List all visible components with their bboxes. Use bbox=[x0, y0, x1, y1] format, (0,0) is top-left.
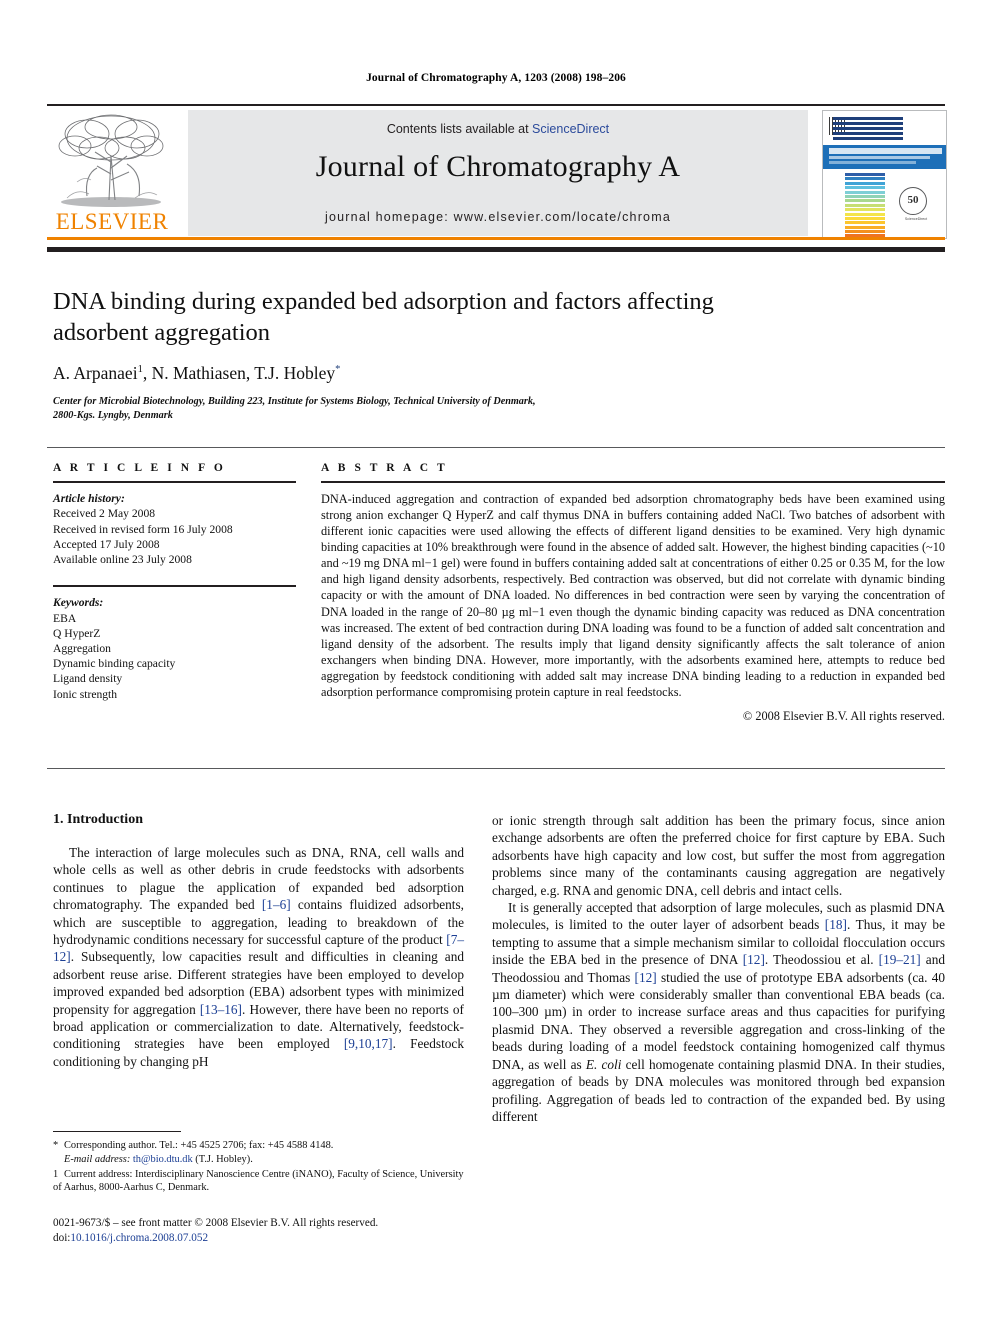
affiliation-line-2: 2800-Kgs. Lyngby, Denmark bbox=[53, 410, 173, 421]
running-head: Journal of Chromatography A, 1203 (2008)… bbox=[366, 72, 626, 84]
citation-18[interactable]: [18] bbox=[825, 917, 847, 932]
citation-12-a[interactable]: [12] bbox=[743, 952, 765, 967]
title-block: DNA binding during expanded bed adsorpti… bbox=[53, 286, 793, 423]
header-bottom-thick-rule bbox=[47, 247, 945, 252]
doi-line: doi:10.1016/j.chroma.2008.07.052 bbox=[53, 1231, 483, 1246]
right2-text-c: . Theodossiou et al. bbox=[764, 952, 879, 968]
history-item: Accepted 17 July 2008 bbox=[53, 537, 160, 551]
citation-9-10-17[interactable]: [9,10,17] bbox=[344, 1036, 393, 1051]
cover-top-bars bbox=[833, 117, 903, 143]
header-orange-rule bbox=[47, 237, 945, 240]
affiliation-line-1: Center for Microbial Biotechnology, Buil… bbox=[53, 396, 536, 407]
footnote-mark-1: 1 bbox=[53, 1168, 59, 1180]
info-section-bottom-rule bbox=[47, 768, 945, 769]
citation-12-b[interactable]: [12] bbox=[635, 970, 657, 985]
cover-anniversary-seal: 50 bbox=[899, 187, 927, 215]
imprint-block: 0021-9673/$ – see front matter © 2008 El… bbox=[53, 1216, 483, 1245]
footnotes-block: * Corresponding author. Tel.: +45 4525 27… bbox=[53, 1139, 464, 1196]
info-section-top-rule bbox=[47, 447, 945, 448]
keyword-item: EBA bbox=[53, 611, 77, 625]
cover-title-band bbox=[823, 145, 946, 169]
author-list: A. Arpanaei1, N. Mathiasen, T.J. Hobley* bbox=[53, 363, 793, 384]
corresponding-author-mark[interactable]: * bbox=[335, 364, 340, 375]
article-history: Article history: Received 2 May 2008 Rec… bbox=[53, 491, 296, 567]
elsevier-logo: ELSEVIER bbox=[47, 110, 177, 237]
right-paragraph-1: or ionic strength through salt addition … bbox=[492, 813, 945, 898]
intro-paragraph-left: The interaction of large molecules such … bbox=[53, 844, 464, 1070]
affiliation: Center for Microbial Biotechnology, Buil… bbox=[53, 395, 793, 423]
article-history-label: Article history: bbox=[53, 492, 125, 506]
keyword-item: Dynamic binding capacity bbox=[53, 657, 176, 671]
article-info-rule bbox=[53, 481, 296, 484]
history-item: Available online 23 July 2008 bbox=[53, 553, 192, 566]
header-inner: ELSEVIER Contents lists available at Sci… bbox=[47, 110, 947, 240]
journal-cover-thumbnail: 50 ScienceDirect bbox=[822, 110, 947, 239]
footnote-corresponding-author: * Corresponding author. Tel.: +45 4525 27… bbox=[53, 1139, 464, 1152]
keywords-list: Keywords: EBA Q HyperZ Aggregation Dynam… bbox=[53, 595, 296, 701]
right-paragraph-2: It is generally accepted that adsorption… bbox=[492, 899, 945, 1125]
abstract-heading: A B S T R A C T bbox=[321, 462, 448, 474]
abstract-copyright: © 2008 Elsevier B.V. All rights reserved… bbox=[742, 708, 945, 723]
article-info-column: A R T I C L E I N F O Article history: R… bbox=[53, 462, 296, 702]
abstract-text: DNA-induced aggregation and contraction … bbox=[321, 492, 945, 699]
doi-label: doi: bbox=[53, 1231, 71, 1244]
abstract-rule bbox=[321, 481, 945, 484]
cover-spectrum-bars bbox=[845, 173, 885, 238]
page-title: DNA binding during expanded bed adsorpti… bbox=[53, 288, 714, 346]
footnote-separator-rule bbox=[53, 1131, 181, 1132]
contents-available-line: Contents lists available at ScienceDirec… bbox=[188, 122, 808, 136]
journal-title: Journal of Chromatography A bbox=[315, 150, 681, 183]
keyword-item: Ligand density bbox=[53, 672, 123, 686]
body-column-left: 1. Introduction The interaction of large… bbox=[53, 812, 464, 1070]
email-link[interactable]: th@bio.dtu.dk bbox=[133, 1154, 193, 1165]
author-rest: , N. Mathiasen, T.J. Hobley bbox=[142, 363, 336, 383]
email-suffix: (T.J. Hobley). bbox=[192, 1154, 253, 1166]
header-top-rule bbox=[47, 104, 945, 106]
citation-1-6[interactable]: [1–6] bbox=[262, 897, 291, 912]
history-item: Received 2 May 2008 bbox=[53, 507, 156, 521]
abstract-column: A B S T R A C T DNA-induced aggregation … bbox=[321, 462, 945, 724]
author-1: A. Arpanaei bbox=[53, 363, 138, 383]
elsevier-wordmark: ELSEVIER bbox=[55, 209, 169, 234]
keywords-label: Keywords: bbox=[53, 596, 104, 610]
citation-19-21[interactable]: [19–21] bbox=[879, 952, 921, 967]
section-heading-introduction: 1. Introduction bbox=[53, 812, 143, 827]
keyword-item: Q HyperZ bbox=[53, 626, 101, 640]
footnote-mark-star: * bbox=[53, 1140, 59, 1151]
footnote-current-address: 1 Current address: Interdisciplinary Nano… bbox=[53, 1168, 464, 1195]
issn-copyright-line: 0021-9673/$ – see front matter © 2008 El… bbox=[53, 1217, 379, 1229]
history-item: Received in revised form 16 July 2008 bbox=[53, 522, 233, 536]
article-info-heading: A R T I C L E I N F O bbox=[53, 462, 226, 474]
journal-homepage-line[interactable]: journal homepage: www.elsevier.com/locat… bbox=[188, 210, 808, 224]
keywords-rule bbox=[53, 585, 296, 588]
journal-header-band: ELSEVIER Contents lists available at Sci… bbox=[47, 104, 947, 240]
paper-page: Journal of Chromatography A, 1203 (2008)… bbox=[0, 0, 992, 1323]
footnote-email: E-mail address: th@bio.dtu.dk (T.J. Hobl… bbox=[53, 1153, 464, 1166]
journal-banner: Contents lists available at ScienceDirec… bbox=[188, 110, 808, 236]
footnote-current-address-text: Current address: Interdisciplinary Nanos… bbox=[53, 1168, 464, 1194]
keyword-item: Ionic strength bbox=[53, 687, 118, 701]
species-name-ecoli: E. coli bbox=[585, 1056, 622, 1072]
elsevier-tree-icon bbox=[53, 112, 171, 210]
contents-prefix: Contents lists available at bbox=[386, 122, 533, 136]
citation-13-16[interactable]: [13–16] bbox=[200, 1002, 242, 1017]
sciencedirect-link[interactable]: ScienceDirect bbox=[532, 122, 609, 136]
footnote-corresponding-text: Corresponding author. Tel.: +45 4525 270… bbox=[64, 1140, 334, 1151]
cover-footer-mark: ScienceDirect bbox=[904, 217, 928, 221]
keyword-item: Aggregation bbox=[53, 642, 111, 655]
doi-link[interactable]: 10.1016/j.chroma.2008.07.052 bbox=[70, 1232, 208, 1244]
email-label: E-mail address: bbox=[64, 1154, 131, 1166]
body-column-right: or ionic strength through salt addition … bbox=[492, 812, 945, 1125]
